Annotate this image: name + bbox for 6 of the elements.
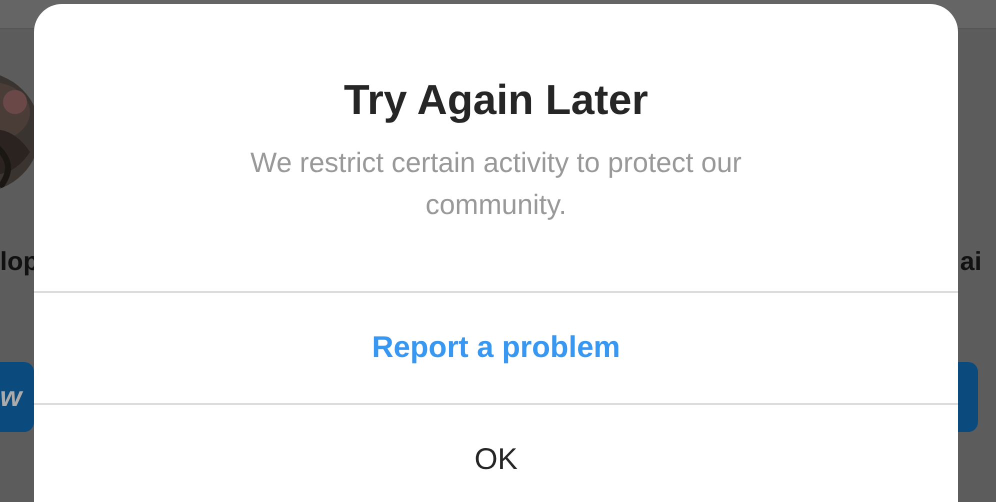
- dialog-title: Try Again Later: [344, 76, 648, 124]
- dialog-message: We restrict certain activity to protect our community.: [249, 146, 743, 222]
- report-button[interactable]: Report a problem: [34, 291, 958, 403]
- ok-button[interactable]: OK: [34, 403, 958, 502]
- profile-name: ai: [960, 246, 982, 277]
- follow-button[interactable]: w: [0, 362, 34, 432]
